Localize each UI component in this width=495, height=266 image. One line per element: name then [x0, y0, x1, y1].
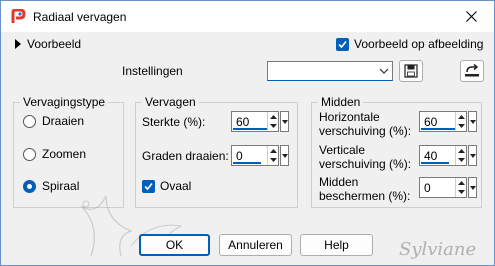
center-title: Midden: [318, 95, 364, 109]
protect-spinbox[interactable]: 0: [419, 177, 467, 198]
blur-type-title: Vervagingstype: [20, 95, 109, 109]
strength-spinbox[interactable]: 60: [231, 111, 279, 132]
dropdown-arrow-icon: [469, 119, 476, 124]
spin-arrows-icon[interactable]: [267, 112, 278, 131]
chevron-down-icon: [379, 68, 389, 74]
rotation-spinbox[interactable]: 0: [231, 145, 279, 166]
ok-label: OK: [165, 238, 184, 252]
expand-triangle-icon: [15, 39, 21, 49]
protect-dropdown[interactable]: [468, 177, 477, 198]
close-icon: [466, 11, 477, 22]
ok-button[interactable]: OK: [139, 234, 210, 256]
help-button[interactable]: Help: [300, 234, 373, 256]
radio-rotate[interactable]: Draaien: [23, 114, 84, 128]
radial-blur-dialog: Radiaal vervagen Voorbeeld Voorbeeld op …: [0, 0, 495, 266]
h-offset-label-line1: Horizontale: [319, 110, 380, 124]
v-offset-dropdown[interactable]: [468, 145, 477, 166]
save-icon: [404, 64, 418, 78]
h-offset-dropdown[interactable]: [468, 111, 477, 132]
h-offset-slider-bar: [421, 128, 455, 130]
dropdown-arrow-icon: [281, 119, 288, 124]
protect-label-line1: Midden: [319, 175, 359, 189]
v-offset-spinbox[interactable]: 40: [419, 145, 467, 166]
settings-label: Instellingen: [122, 64, 183, 78]
blur-title: Vervagen: [142, 95, 199, 109]
protect-value: 0: [424, 181, 431, 195]
protect-label-line2: beschermen (%):: [319, 189, 411, 203]
checkmark-icon: [336, 37, 349, 51]
title-bar: Radiaal vervagen: [1, 1, 494, 32]
rotation-value: 0: [236, 149, 243, 163]
v-offset-label-line2: verschuiving (%):: [319, 157, 412, 171]
help-label: Help: [324, 238, 349, 252]
strength-dropdown[interactable]: [280, 111, 289, 132]
reset-icon: [465, 64, 479, 77]
radio-circle-icon: [23, 114, 36, 128]
radio-zoom-label: Zoomen: [42, 147, 87, 161]
v-offset-label: Verticale verschuiving (%):: [319, 143, 411, 171]
rotation-label: Graden draaien:: [142, 149, 229, 163]
preview-expander[interactable]: Voorbeeld: [15, 37, 81, 51]
close-button[interactable]: [449, 1, 494, 32]
spin-arrows-icon[interactable]: [455, 178, 466, 197]
settings-combobox[interactable]: [267, 61, 393, 81]
app-icon: [10, 8, 26, 25]
rotation-dropdown[interactable]: [280, 145, 289, 166]
h-offset-value: 60: [424, 115, 438, 129]
watermark-signature: Sylviane: [399, 239, 477, 260]
cancel-label: Annuleren: [228, 238, 283, 252]
spin-arrows-icon[interactable]: [267, 146, 278, 165]
radio-zoom[interactable]: Zoomen: [23, 147, 86, 161]
window-title: Radiaal vervagen: [33, 10, 127, 24]
radio-rotate-label: Draaien: [42, 114, 85, 128]
h-offset-label: Horizontale verschuiving (%):: [319, 110, 411, 138]
strength-value: 60: [236, 115, 250, 129]
preview-on-image-checkbox[interactable]: Voorbeeld op afbeelding: [336, 37, 483, 51]
radio-selected-icon: [23, 179, 36, 193]
protect-label: Midden beschermen (%):: [319, 175, 410, 203]
radio-circle-icon: [23, 147, 36, 161]
save-preset-button[interactable]: [399, 60, 423, 82]
spin-arrows-icon[interactable]: [455, 112, 466, 131]
preview-on-image-label: Voorbeeld op afbeelding: [354, 37, 484, 51]
preview-label: Voorbeeld: [27, 37, 82, 51]
rotation-slider-bar: [233, 162, 261, 164]
v-offset-label-line1: Verticale: [319, 143, 366, 157]
cancel-button[interactable]: Annuleren: [219, 234, 292, 256]
h-offset-label-line2: verschuiving (%):: [319, 124, 412, 138]
spin-arrows-icon[interactable]: [455, 146, 466, 165]
dropdown-arrow-icon: [469, 153, 476, 158]
dropdown-arrow-icon: [281, 153, 288, 158]
dropdown-arrow-icon: [469, 185, 476, 190]
reset-button[interactable]: [460, 60, 484, 82]
v-offset-value: 40: [424, 149, 438, 163]
strength-label: Sterkte (%):: [142, 115, 206, 129]
strength-slider-bar: [233, 128, 267, 130]
h-offset-spinbox[interactable]: 60: [419, 111, 467, 132]
v-offset-slider-bar: [421, 162, 449, 164]
